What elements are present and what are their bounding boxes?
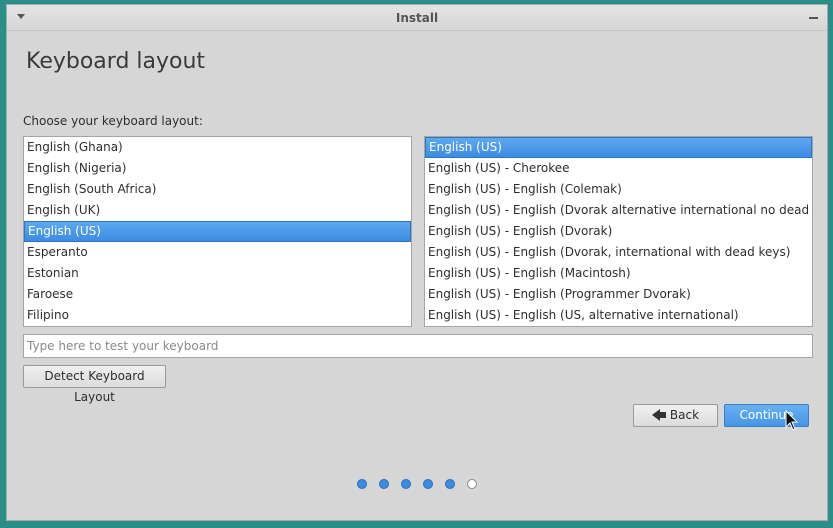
progress-dot [379,479,389,489]
window-title: Install [395,11,439,25]
detect-layout-button[interactable]: Detect Keyboard Layout [23,365,166,404]
title-bar: Install [7,5,827,31]
variant-list-item[interactable]: English (US) [425,137,812,158]
variant-list[interactable]: English (US) English (US) - Cherokee Engli… [424,136,813,327]
mouse-cursor-icon [785,410,799,431]
layout-list-item[interactable]: Estonian [24,263,411,284]
variant-list-item[interactable]: English (US) - English (Dvorak) [425,221,812,242]
keyboard-test-input[interactable] [23,334,813,358]
variant-list-item[interactable]: English (US) - English (Macintosh) [425,263,812,284]
back-button-label: Back [669,408,700,422]
layout-list-item[interactable]: English (South Africa) [24,179,411,200]
variant-list-item[interactable]: English (US) - English (Dvorak alternati… [425,200,812,221]
layout-list-item[interactable]: Esperanto [24,242,411,263]
variant-list-item[interactable]: English (US) - English (Colemak) [425,179,812,200]
layout-list-item[interactable]: English (Ghana) [24,137,411,158]
progress-dot [445,479,455,489]
progress-indicator [357,479,477,489]
variant-list-item[interactable]: English (US) - English (US, alternative … [425,305,812,326]
choose-layout-label: Choose your keyboard layout: [23,114,203,128]
page-title: Keyboard layout [26,49,206,74]
variant-list-item[interactable]: English (US) - Cherokee [425,158,812,179]
layout-list-item[interactable]: Faroese [24,284,411,305]
layout-list-item[interactable]: English (Nigeria) [24,158,411,179]
back-button[interactable]: Back [633,404,718,427]
layout-list-item[interactable]: English (UK) [24,200,411,221]
progress-dot [357,479,367,489]
layout-list[interactable]: English (Ghana) English (Nigeria) English … [23,136,412,327]
progress-dot [423,479,433,489]
layout-list-item[interactable]: Filipino [24,305,411,326]
back-arrow-tail [659,412,666,418]
progress-dot [467,479,477,489]
back-arrow-icon [651,409,660,421]
variant-list-item[interactable]: English (US) - English (Programmer Dvora… [425,284,812,305]
minimize-icon[interactable] [809,17,818,19]
installer-window: Install Keyboard layout Choose your keyb… [6,4,828,521]
variant-list-item[interactable]: English (US) - English (Dvorak, internat… [425,242,812,263]
progress-dot [401,479,411,489]
layout-list-item[interactable]: English (US) [24,221,411,242]
